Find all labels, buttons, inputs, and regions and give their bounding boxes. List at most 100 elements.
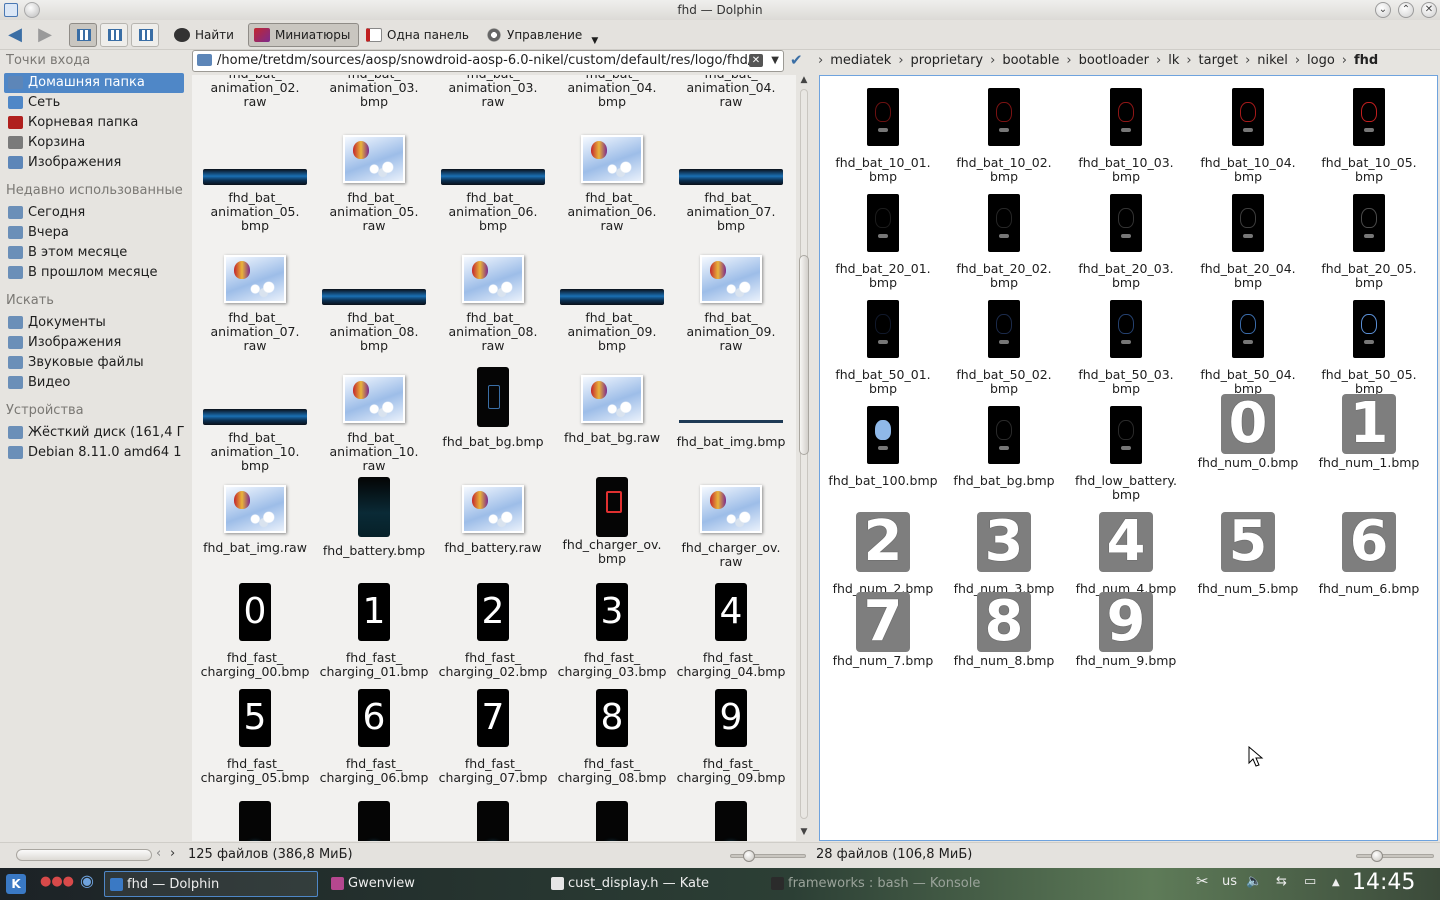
file-item[interactable]: fhd_bat_20_05. bmp <box>1310 194 1428 290</box>
chevron-down-icon[interactable]: ▼ <box>771 51 779 71</box>
file-item[interactable]: fhd_bat_50_04. bmp <box>1189 300 1307 396</box>
minimize-button[interactable]: ⌄ <box>1375 2 1391 18</box>
taskbar-task[interactable]: Gwenview <box>326 871 536 897</box>
sidebar-item[interactable]: Домашняя папка <box>4 73 184 93</box>
file-item[interactable]: fhd_bat_10_05. bmp <box>1310 88 1428 184</box>
left-zoom-slider[interactable] <box>730 850 806 862</box>
right-file-view[interactable]: fhd_bat_10_01. bmp fhd_bat_10_02. bmp fhd_… <box>819 75 1438 841</box>
file-item[interactable]: 0 fhd_num_0.bmp <box>1189 394 1307 502</box>
back-arrow-icon[interactable]: ◀ <box>4 25 26 45</box>
thumbnails-button[interactable]: Миниатюры <box>248 23 360 47</box>
confirm-check-icon[interactable]: ✔ <box>790 51 803 69</box>
file-item[interactable] <box>196 801 314 841</box>
location-input[interactable]: /home/tretdm/sources/aosp/snowdroid-aosp… <box>192 50 784 72</box>
kde-menu-button[interactable]: K <box>6 874 26 894</box>
icons-view-button[interactable] <box>69 23 97 47</box>
sidebar-item[interactable]: Debian 8.11.0 amd64 1 <box>4 443 184 463</box>
single-panel-button[interactable]: Одна панель <box>360 23 478 47</box>
details-view-button[interactable] <box>131 23 159 47</box>
file-item[interactable] <box>315 801 433 841</box>
file-item[interactable]: fhd_bat_ animation_06. raw <box>553 135 671 255</box>
file-item[interactable]: 6 fhd_fast_ charging_06.bmp <box>315 689 433 817</box>
sidebar-item[interactable]: Корневая папка <box>4 113 184 133</box>
clock[interactable]: 14:45 <box>1352 870 1415 895</box>
file-item[interactable]: fhd_bat_ animation_10. bmp <box>196 375 314 495</box>
file-item[interactable] <box>553 801 671 841</box>
sidebar-item[interactable]: Сеть <box>4 93 184 113</box>
file-item[interactable]: fhd_bat_ animation_09. bmp <box>553 255 671 375</box>
file-item[interactable]: fhd_bat_10_01. bmp <box>824 88 942 184</box>
maximize-button[interactable]: ⌃ <box>1398 2 1414 18</box>
scroll-thumb[interactable] <box>799 255 809 455</box>
file-item[interactable]: fhd_bat_ animation_09. raw <box>672 255 790 375</box>
breadcrumb-segment[interactable]: target <box>1199 53 1239 68</box>
sidebar-item[interactable]: Изображения <box>4 153 184 173</box>
file-item[interactable]: fhd_bat_10_04. bmp <box>1189 88 1307 184</box>
sidebar-item[interactable]: Жёсткий диск (161,4 Гиб) <box>4 423 184 443</box>
activities-icon[interactable]: ●●● <box>40 874 74 889</box>
file-item[interactable]: fhd_bat_20_03. bmp <box>1067 194 1185 290</box>
file-item[interactable] <box>434 801 552 841</box>
sidebar-item[interactable]: Документы <box>4 313 184 333</box>
sidebar-item[interactable]: Видео <box>4 373 184 393</box>
breadcrumb-segment[interactable]: lk <box>1168 53 1179 68</box>
breadcrumb-segment[interactable]: mediatek <box>830 53 891 68</box>
file-item[interactable]: fhd_bat_20_02. bmp <box>945 194 1063 290</box>
compact-view-button[interactable] <box>100 23 128 47</box>
scroll-up-icon[interactable]: ▲ <box>799 75 809 85</box>
manage-button[interactable]: Управление ▼ <box>480 23 598 47</box>
file-item[interactable]: fhd_bat_50_02. bmp <box>945 300 1063 396</box>
close-button[interactable]: ✕ <box>1421 2 1437 18</box>
scroll-down-icon[interactable]: ▼ <box>799 827 809 837</box>
vertical-scrollbar[interactable]: ▲ ▼ <box>797 75 811 841</box>
file-item[interactable]: fhd_bat_20_01. bmp <box>824 194 942 290</box>
taskbar-task[interactable]: frameworks : bash — Konsole <box>766 871 986 897</box>
breadcrumb-segment[interactable]: logo <box>1307 53 1335 68</box>
file-item[interactable]: 8 fhd_num_8.bmp <box>945 592 1063 700</box>
forward-arrow-icon[interactable]: ▶ <box>34 25 56 45</box>
sidebar-item[interactable]: Вчера <box>4 223 184 243</box>
file-item[interactable]: fhd_bat_ animation_08. raw <box>434 255 552 375</box>
file-item[interactable]: fhd_bat_10_03. bmp <box>1067 88 1185 184</box>
clear-icon[interactable]: ✕ <box>749 54 763 67</box>
file-item[interactable]: fhd_bat_20_04. bmp <box>1189 194 1307 290</box>
left-file-view[interactable]: fhd_bat_ animation_02. raw fhd_bat_ anima… <box>192 75 796 841</box>
sidebar-item[interactable]: Звуковые файлы <box>4 353 184 373</box>
file-item[interactable]: fhd_bat_bg.bmp <box>945 406 1063 502</box>
zoom-knob[interactable] <box>743 850 755 862</box>
file-item[interactable]: fhd_bat_ animation_07. bmp <box>672 135 790 255</box>
keyboard-layout[interactable]: us <box>1222 874 1237 889</box>
breadcrumb-segment[interactable]: nikel <box>1257 53 1288 68</box>
network-manager-icon[interactable]: ⇆ <box>1276 874 1287 889</box>
devices-notifier-icon[interactable]: ▭ <box>1304 874 1316 889</box>
horizontal-scrollbar[interactable] <box>16 849 152 861</box>
file-item[interactable]: fhd_bat_50_03. bmp <box>1067 300 1185 396</box>
taskbar-task[interactable]: cust_display.h — Kate <box>546 871 756 897</box>
sidebar-item[interactable]: Изображения <box>4 333 184 353</box>
chevron-right-icon[interactable]: › <box>170 846 175 861</box>
breadcrumb-segment[interactable]: bootable <box>1002 53 1059 68</box>
scissors-icon[interactable]: ✂ <box>1196 872 1209 890</box>
file-item[interactable]: 9 fhd_fast_ charging_09.bmp <box>672 689 790 817</box>
file-item[interactable]: fhd_low_battery. bmp <box>1067 406 1185 502</box>
breadcrumb-segment[interactable]: bootloader <box>1079 53 1149 68</box>
file-item[interactable]: fhd_bat_ animation_05. bmp <box>196 135 314 255</box>
volume-icon[interactable]: 🔈 <box>1246 874 1262 889</box>
breadcrumb-segment[interactable]: proprietary <box>911 53 984 68</box>
find-button[interactable]: Найти <box>168 23 243 47</box>
chevron-left-icon[interactable]: ‹ <box>156 846 161 861</box>
sidebar-item[interactable]: В этом месяце <box>4 243 184 263</box>
file-item[interactable]: fhd_bat_ animation_05. raw <box>315 135 433 255</box>
file-item[interactable]: fhd_bat_img.bmp <box>672 375 790 495</box>
file-item[interactable]: fhd_bat_50_01. bmp <box>824 300 942 396</box>
zoom-knob[interactable] <box>1371 850 1383 862</box>
file-item[interactable]: fhd_bat_50_05. bmp <box>1310 300 1428 396</box>
file-item[interactable]: fhd_bat_bg.bmp <box>434 367 552 495</box>
file-item[interactable]: fhd_bat_ animation_06. bmp <box>434 135 552 255</box>
file-item[interactable]: fhd_bat_ animation_07. raw <box>196 255 314 375</box>
taskbar-task[interactable]: fhd — Dolphin <box>104 871 318 897</box>
file-item[interactable]: 5 fhd_num_5.bmp <box>1189 512 1307 608</box>
file-item[interactable]: 7 fhd_num_7.bmp <box>824 592 942 700</box>
sidebar-item[interactable]: Сегодня <box>4 203 184 223</box>
file-item[interactable]: 8 fhd_fast_ charging_08.bmp <box>553 689 671 817</box>
